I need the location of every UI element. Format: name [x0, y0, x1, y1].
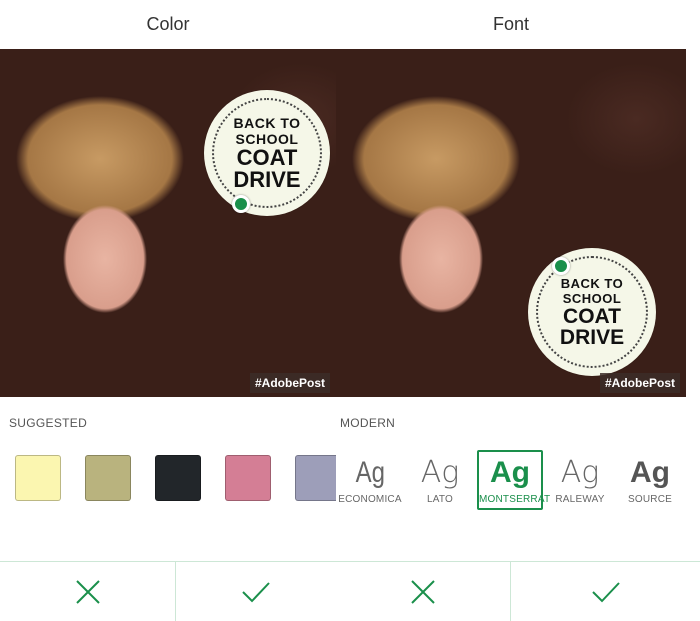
badge-text: BACK TO SCHOOL COAT DRIVE [233, 116, 300, 191]
font-cancel-button[interactable] [336, 562, 510, 621]
font-sample: Ag [490, 456, 530, 489]
font-name: ECONOMICA [338, 494, 402, 505]
modern-label: MODERN [340, 416, 396, 430]
font-option-economica[interactable]: Ag ECONOMICA [337, 450, 403, 510]
badge-line-4: DRIVE [559, 325, 625, 349]
check-icon [242, 581, 270, 602]
badge-line-1: BACK TO [560, 275, 624, 291]
text-badge[interactable]: BACK TO SCHOOL COAT DRIVE [204, 90, 330, 216]
check-icon [591, 581, 620, 602]
font-panel-title: Font [492, 14, 530, 34]
color-panel: Color BACK TO SCHOOL COAT DRIVE #AdobePo… [0, 0, 336, 621]
font-option-lato[interactable]: Ag LATO [407, 450, 473, 510]
swatch-olive[interactable] [85, 455, 131, 501]
color-cancel-button[interactable] [0, 562, 175, 621]
font-confirm-button[interactable] [511, 562, 700, 621]
close-icon [75, 579, 100, 604]
photo-preview: BACK TO SCHOOL COAT DRIVE #AdobePost [336, 49, 686, 397]
badge-line-2: SCHOOL [235, 130, 299, 147]
move-handle[interactable] [552, 257, 570, 275]
font-sample: Ag [630, 456, 670, 489]
font-name: SOURCE [628, 494, 672, 505]
badge-line-4: DRIVE [233, 166, 301, 192]
badge-line-3: COAT [236, 144, 298, 170]
swatch-lavender[interactable] [295, 455, 336, 501]
badge-line-1: BACK TO [233, 114, 301, 131]
font-option-raleway[interactable]: Ag RALEWAY [547, 450, 613, 510]
badge-line-3: COAT [563, 304, 621, 328]
font-name: LATO [427, 494, 453, 505]
text-badge[interactable]: BACK TO SCHOOL COAT DRIVE [528, 248, 656, 376]
hashtag-watermark: #AdobePost [599, 373, 680, 393]
move-handle[interactable] [232, 195, 250, 213]
font-option-montserrat[interactable]: Ag MONTSERRAT [477, 450, 551, 510]
font-sample: Ag [420, 455, 460, 490]
swatch-black[interactable] [155, 455, 201, 501]
photo-preview: BACK TO SCHOOL COAT DRIVE #AdobePost [0, 49, 336, 397]
color-confirm-button[interactable] [176, 562, 336, 621]
swatch-rose[interactable] [225, 455, 271, 501]
font-name: MONTSERRAT [479, 494, 551, 505]
hashtag-watermark: #AdobePost [249, 373, 330, 393]
badge-line-2: SCHOOL [562, 290, 622, 306]
color-panel-title: Color [146, 14, 190, 34]
font-name: RALEWAY [555, 494, 605, 505]
font-option-source[interactable]: Ag SOURCE [617, 450, 683, 510]
swatch-pale-yellow[interactable] [15, 455, 61, 501]
suggested-label: SUGGESTED [9, 416, 88, 430]
font-sample: Ag [560, 455, 600, 490]
badge-text: BACK TO SCHOOL COAT DRIVE [560, 277, 624, 348]
font-sample: Ag [355, 456, 385, 489]
font-panel: Font BACK TO SCHOOL COAT DRIVE #AdobePos… [336, 0, 700, 621]
close-icon [411, 579, 435, 604]
